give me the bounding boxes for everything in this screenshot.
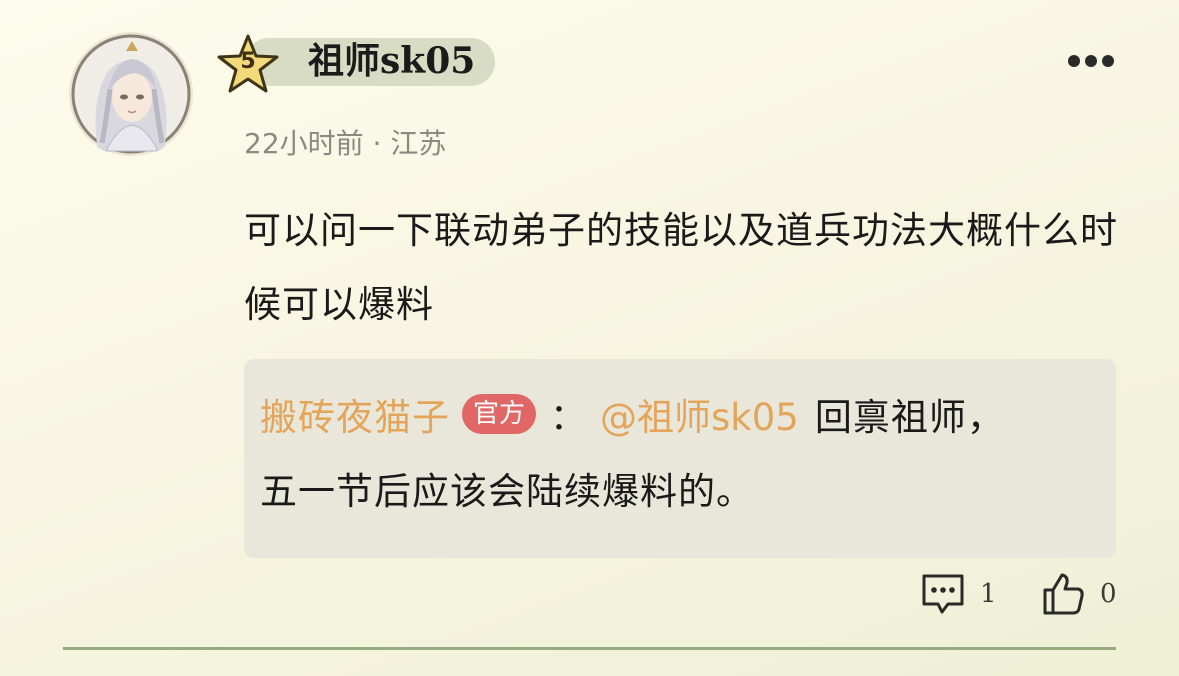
comment-count: 1 bbox=[980, 579, 997, 609]
user-avatar[interactable] bbox=[68, 31, 194, 157]
username[interactable]: 祖师sk05 bbox=[308, 38, 475, 86]
post-location: 江苏 bbox=[390, 127, 447, 160]
like-button[interactable]: 0 bbox=[1040, 570, 1117, 618]
thumbs-up-icon bbox=[1040, 571, 1086, 617]
comment-button[interactable]: 1 bbox=[920, 570, 997, 618]
reply-text-line2: 五一节后应该会陆续爆料的。 bbox=[260, 470, 754, 513]
comment-icon bbox=[920, 572, 966, 616]
like-count: 0 bbox=[1100, 579, 1117, 609]
level-star-icon: 5 bbox=[216, 32, 280, 96]
meta-separator: · bbox=[372, 127, 382, 160]
reply-mention[interactable]: @祖师sk05 bbox=[600, 387, 799, 441]
reply-box[interactable]: 搬砖夜猫子 官方 ： @祖师sk05 回禀祖师， 五一节后应该会陆续爆料的。 bbox=[244, 359, 1116, 558]
reply-author[interactable]: 搬砖夜猫子 bbox=[260, 387, 450, 441]
post-time: 22小时前 bbox=[244, 127, 364, 160]
official-badge: 官方 bbox=[462, 394, 537, 434]
reply-colon: ： bbox=[550, 397, 587, 438]
more-dots-icon bbox=[1068, 55, 1080, 67]
level-number: 5 bbox=[240, 49, 256, 74]
reply-line: 搬砖夜猫子 官方 ： @祖师sk05 回禀祖师， bbox=[260, 381, 1005, 447]
more-dot bbox=[1085, 55, 1097, 67]
post-meta: 22小时前 · 江苏 bbox=[244, 126, 446, 162]
comment-text: 可以问一下联动弟子的技能以及道兵功法大概什么时候可以爆料 bbox=[244, 209, 1118, 326]
reply-text-line1: 回禀祖师， bbox=[814, 396, 1005, 439]
more-options-button[interactable] bbox=[1060, 44, 1122, 78]
more-dot bbox=[1102, 55, 1114, 67]
divider bbox=[63, 647, 1116, 650]
